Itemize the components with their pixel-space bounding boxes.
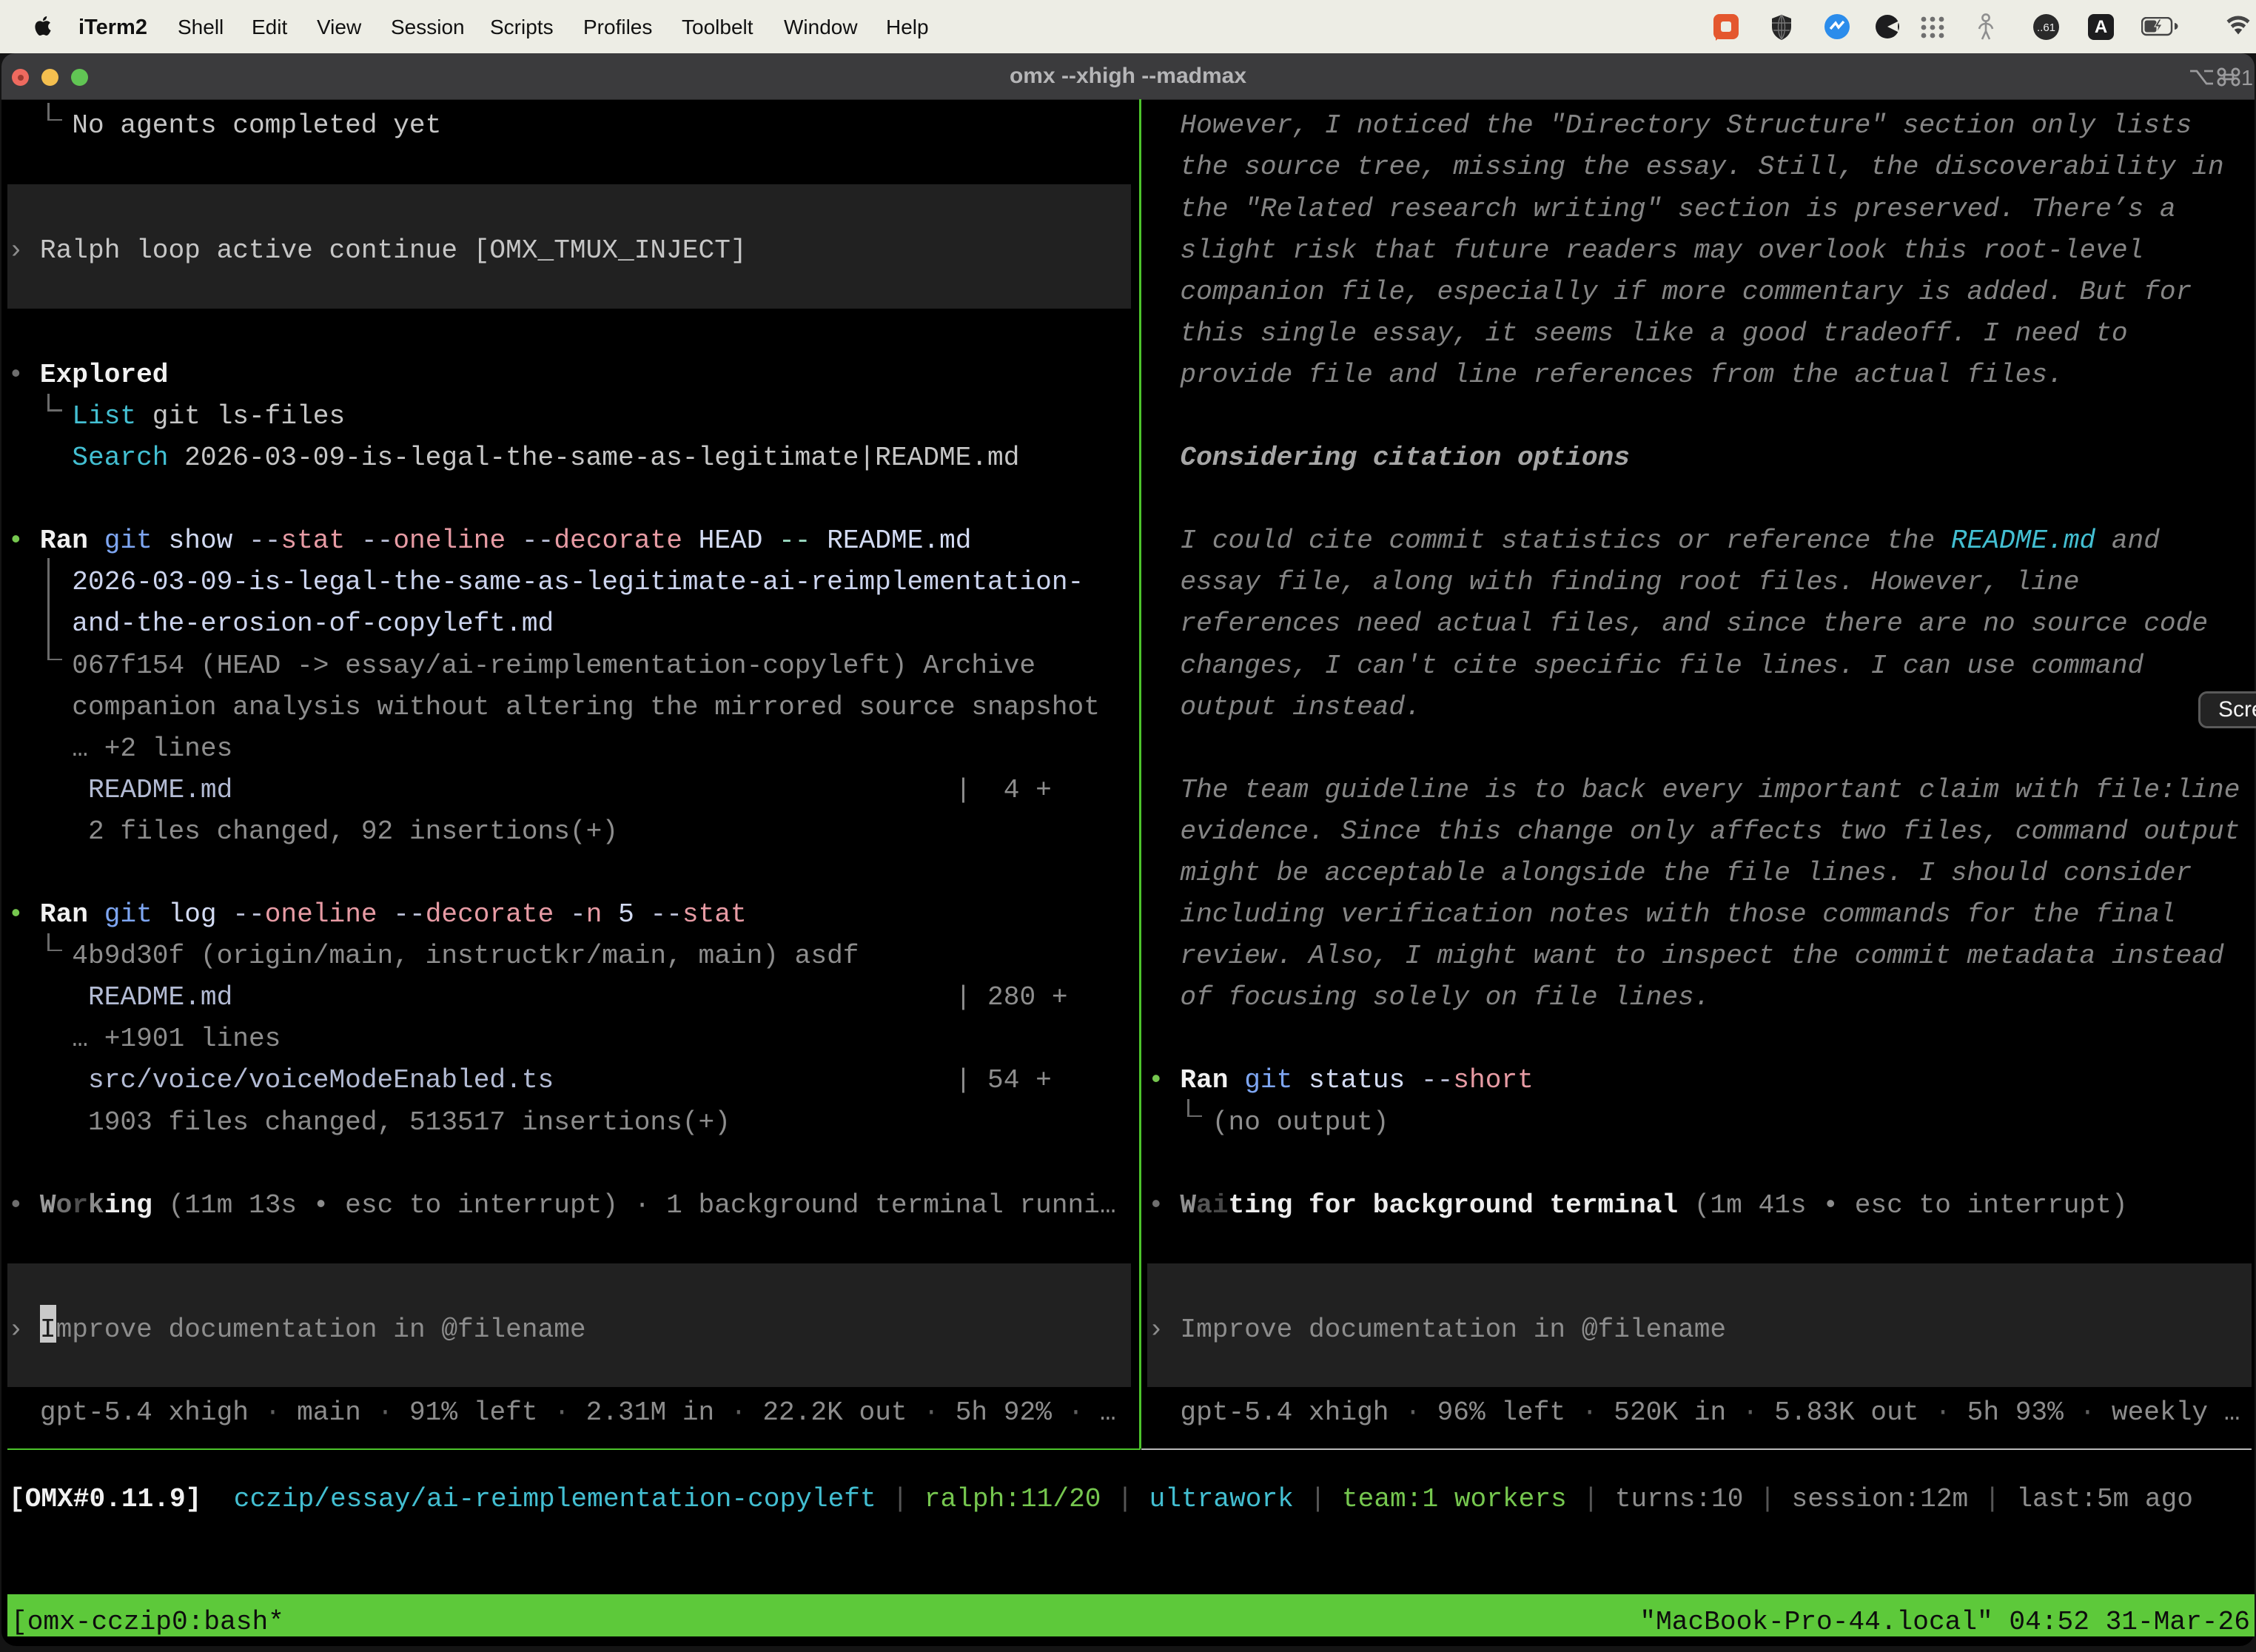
svg-text:1: 1: [2241, 67, 2253, 89]
